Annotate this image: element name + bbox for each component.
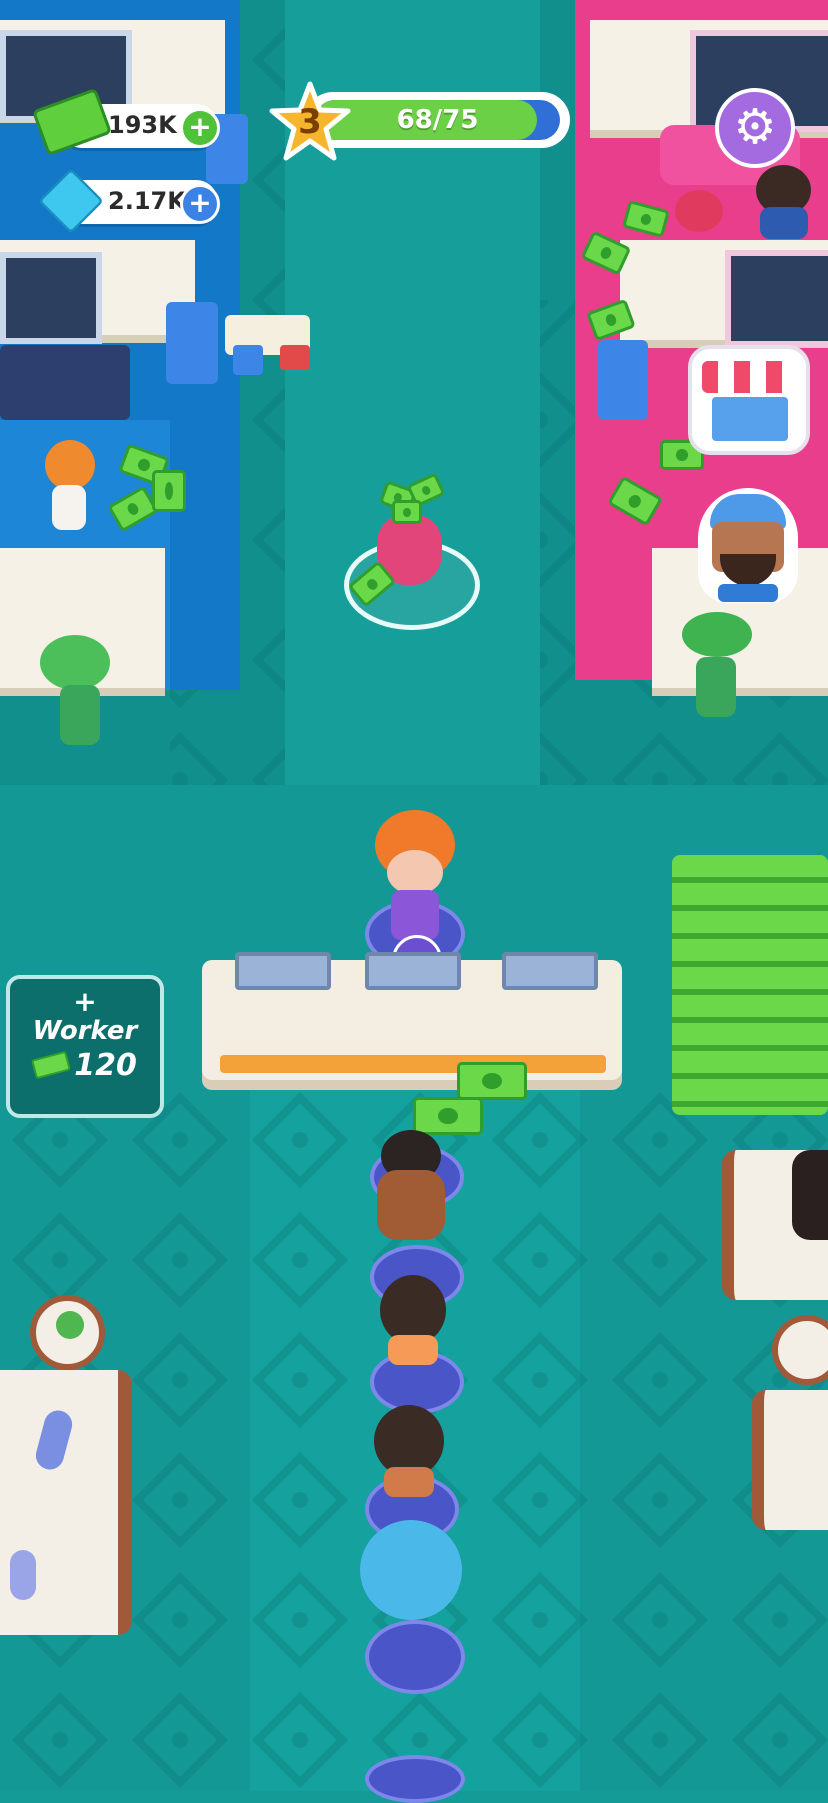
shop-icon bbox=[688, 345, 810, 455]
cash-value: 193K bbox=[108, 111, 177, 139]
cash-pickup[interactable] bbox=[152, 470, 186, 512]
settings-button[interactable]: ⚙ bbox=[715, 88, 795, 168]
level-badge: 3 bbox=[268, 80, 352, 164]
gear-icon: ⚙ bbox=[733, 99, 777, 155]
queue-spot bbox=[365, 1755, 465, 1803]
hire-worker-button[interactable]: + Worker 120 bbox=[6, 975, 164, 1118]
left-salon-mirror-2 bbox=[0, 252, 102, 344]
cash-pickup[interactable] bbox=[457, 1062, 527, 1100]
side-table bbox=[30, 1295, 105, 1370]
queued-customer bbox=[378, 1275, 448, 1370]
staff-character bbox=[682, 612, 752, 722]
cash-stack[interactable] bbox=[672, 855, 828, 1115]
hire-worker-title: Worker bbox=[32, 1016, 138, 1046]
customer-character bbox=[750, 165, 820, 240]
desk-monitor bbox=[235, 952, 331, 990]
waiting-sofa bbox=[0, 1370, 132, 1635]
add-worker-icon: + bbox=[73, 985, 97, 1018]
wet-floor-sign bbox=[598, 340, 648, 420]
hire-worker-cost-row: 120 bbox=[10, 1048, 160, 1083]
worker-portrait-button[interactable] bbox=[694, 488, 804, 613]
left-salon-shelf bbox=[0, 345, 130, 420]
right-salon-mirror-2 bbox=[725, 250, 828, 347]
money-bag-pickup[interactable] bbox=[342, 470, 480, 630]
shop-button[interactable] bbox=[688, 345, 810, 455]
cash-icon bbox=[31, 1050, 72, 1080]
cleaning-cart[interactable] bbox=[225, 305, 320, 385]
worker-portrait-icon bbox=[698, 488, 798, 603]
add-gems-button[interactable]: + bbox=[180, 184, 220, 224]
wet-floor-sign bbox=[166, 302, 218, 384]
customer-character bbox=[675, 190, 725, 235]
hire-worker-cost: 120 bbox=[74, 1048, 137, 1083]
gems-value: 2.17K bbox=[108, 187, 186, 215]
waiting-sofa bbox=[752, 1390, 828, 1530]
desk-monitor bbox=[365, 952, 461, 990]
customer-character bbox=[40, 440, 95, 530]
staff-character bbox=[40, 635, 120, 755]
queued-customer bbox=[360, 1520, 465, 1625]
level-number: 3 bbox=[298, 102, 322, 142]
queued-customer bbox=[375, 1130, 447, 1250]
queued-customer bbox=[372, 1405, 446, 1500]
waiting-customer bbox=[792, 1150, 828, 1240]
queue-spot bbox=[365, 1620, 465, 1694]
add-cash-button[interactable]: + bbox=[180, 108, 220, 148]
desk-monitor bbox=[502, 952, 598, 990]
